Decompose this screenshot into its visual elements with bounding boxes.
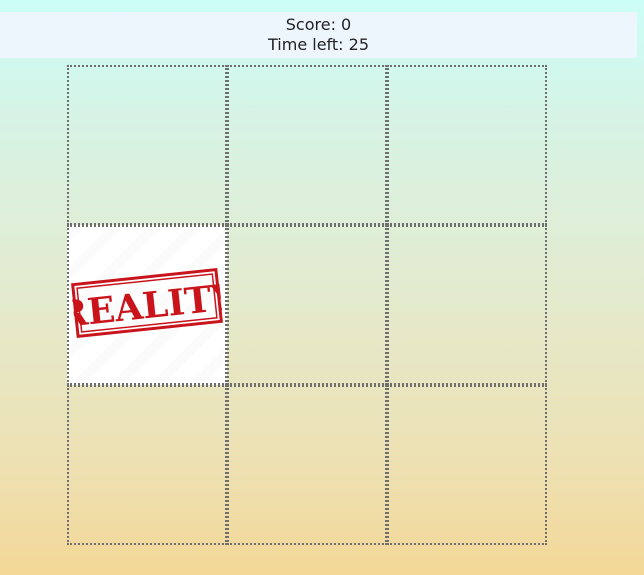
grid-cell-3-1[interactable] — [67, 385, 227, 545]
game-grid: REALITY — [67, 65, 547, 545]
grid-cell-1-1[interactable] — [67, 65, 227, 225]
stamp-graphic: REALITY — [70, 267, 224, 339]
grid-cell-2-3[interactable] — [387, 225, 547, 385]
grid-cell-3-3[interactable] — [387, 385, 547, 545]
reality-stamp-image[interactable]: REALITY — [70, 267, 224, 339]
grid-cell-2-1[interactable]: REALITY — [67, 225, 227, 385]
time-left-label: Time left: 25 — [268, 35, 369, 54]
grid-cell-2-2[interactable] — [227, 225, 387, 385]
grid-cell-3-2[interactable] — [227, 385, 387, 545]
stamp-text: REALITY — [70, 276, 223, 337]
grid-cell-1-3[interactable] — [387, 65, 547, 225]
score-label: Score: 0 — [285, 15, 352, 34]
grid-cell-1-2[interactable] — [227, 65, 387, 225]
scoreboard: Score: 0 Time left: 25 — [0, 12, 637, 58]
